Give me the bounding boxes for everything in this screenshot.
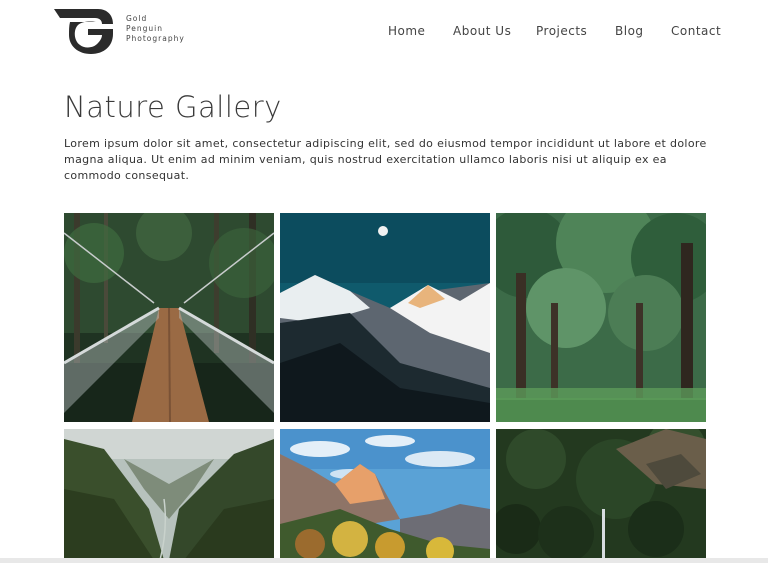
gallery-image-mountains-moon[interactable] — [280, 213, 490, 422]
logo-icon[interactable] — [52, 8, 114, 54]
nav-contact[interactable]: Contact — [671, 24, 721, 38]
page-title: Nature Gallery — [64, 90, 282, 124]
brand-line: Penguin — [126, 24, 163, 33]
page: Gold Penguin Photography Home About Us P… — [0, 0, 768, 563]
page-description: Lorem ipsum dolor sit amet, consectetur … — [64, 137, 707, 182]
nav-blog[interactable]: Blog — [615, 24, 644, 38]
brand-line: Gold — [126, 14, 148, 23]
nav-about-us[interactable]: About Us — [453, 24, 511, 38]
gallery-image-waterfall-forest[interactable] — [496, 429, 706, 560]
gallery-image-bridge[interactable] — [64, 213, 274, 422]
bridge-photo — [64, 213, 274, 422]
gallery-image-valley[interactable] — [64, 429, 274, 560]
brand-name: Gold Penguin Photography — [126, 14, 185, 44]
valley-photo — [64, 429, 274, 560]
nav-projects[interactable]: Projects — [536, 24, 587, 38]
nav-home[interactable]: Home — [388, 24, 425, 38]
waterfall-forest-photo — [496, 429, 706, 560]
gallery-image-tree-avenue[interactable] — [496, 213, 706, 422]
tree-avenue-photo — [496, 213, 706, 422]
horizontal-scrollbar[interactable] — [0, 558, 768, 563]
gallery-image-canyon[interactable] — [280, 429, 490, 560]
brand-line: Photography — [126, 34, 185, 43]
canyon-photo — [280, 429, 490, 560]
mountains-moon-photo — [280, 213, 490, 422]
